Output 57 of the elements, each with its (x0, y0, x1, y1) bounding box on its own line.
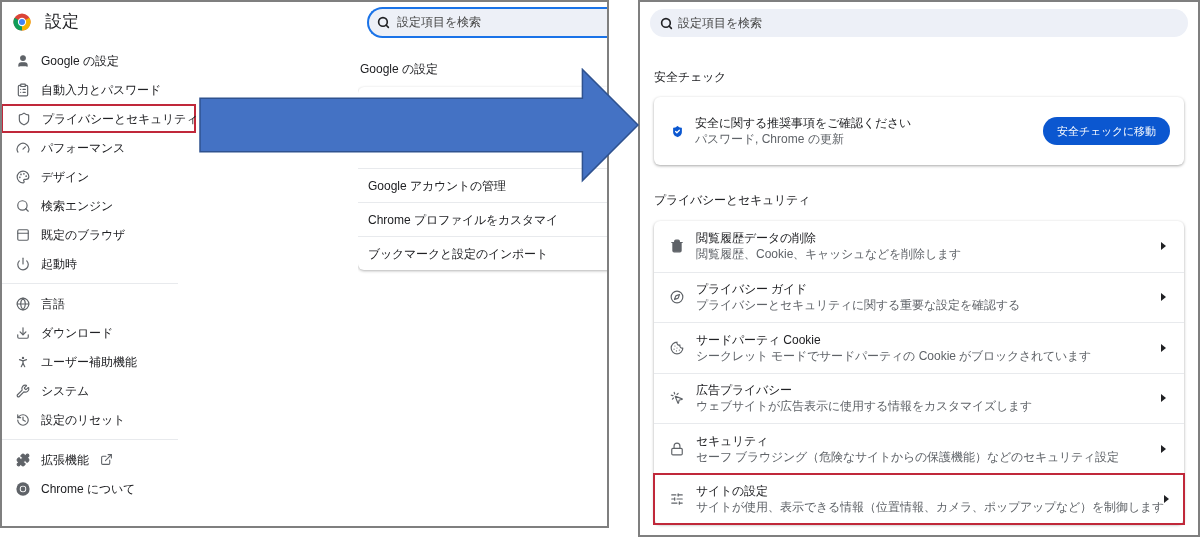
sidebar-item[interactable]: 既定のブラウザ (2, 220, 178, 249)
section-heading: 安全チェック (654, 69, 727, 86)
sidebar-item[interactable]: パフォーマンス (2, 133, 178, 162)
sidebar-label: 自動入力とパスワード (41, 81, 161, 99)
sidebar-label: 拡張機能 (41, 451, 89, 469)
sidebar-label: システム (41, 382, 89, 400)
row-subtitle: ウェブサイトが広告表示に使用する情報をカスタマイズします (696, 398, 1032, 415)
row-subtitle: 閲覧履歴、Cookie、キャッシュなどを削除します (696, 246, 962, 263)
sidebar-item[interactable]: 言語 (2, 289, 178, 318)
card-row[interactable]: Chrome プロファイルをカスタマイ (358, 202, 607, 236)
sidebar-item[interactable]: 検索エンジン (2, 191, 178, 220)
row-title: サイトの設定 (696, 483, 769, 500)
safety-check-button[interactable]: 安全チェックに移動 (1043, 117, 1170, 145)
row-title: セキュリティ (696, 432, 769, 449)
sidebar-label: 既定のブラウザ (41, 226, 125, 244)
settings-row[interactable]: サイトの設定 サイトが使用、表示できる情報（位置情報、カメラ、ポップアップなど）を制御します (654, 473, 1184, 524)
row-subtitle: シークレット モードでサードパーティの Cookie がブロックされています (696, 347, 1092, 364)
section-heading: プライバシーとセキュリティ (654, 192, 811, 209)
page-title: 設定 (45, 11, 79, 34)
sidebar-item[interactable]: ダウンロード (2, 318, 178, 347)
section-title: Google の設定 (359, 61, 440, 78)
sidebar-item[interactable]: 起動時 (2, 249, 178, 278)
sidebar-label: 起動時 (41, 255, 77, 273)
sidebar-item[interactable]: 拡張機能 (2, 445, 178, 474)
settings-row[interactable]: セキュリティ セーフ ブラウジング（危険なサイトからの保護機能）などのセキュリティ設定 (654, 423, 1184, 474)
card-title: 安全に関する推奨事項をご確認ください (695, 115, 911, 131)
settings-row[interactable]: プライバシー ガイド プライバシーとセキュリティに関する重要な設定を確認する (654, 271, 1184, 322)
row-title: 広告プライバシー (696, 382, 793, 399)
sidebar-item[interactable]: Google の設定 (2, 46, 178, 75)
row-title: 閲覧履歴データの削除 (696, 230, 817, 247)
sidebar-item[interactable]: システム (2, 376, 178, 405)
card-subtitle: パスワード, Chrome の更新 (695, 131, 845, 147)
search-field[interactable]: 設定項目を検索 (650, 9, 1188, 37)
search-field[interactable]: 設定項目を検索 (367, 6, 607, 38)
sidebar-item[interactable]: デザイン (2, 162, 178, 191)
sidebar-item[interactable]: 設定のリセット (2, 405, 178, 434)
row-subtitle: プライバシーとセキュリティに関する重要な設定を確認する (696, 297, 1020, 314)
sidebar-item[interactable]: Chrome について (2, 474, 178, 503)
sidebar-item[interactable]: 自動入力とパスワード (2, 75, 178, 104)
sidebar-label: Google の設定 (41, 52, 120, 70)
settings-row[interactable]: サードパーティ Cookie シークレット モードでサードパーティの Cookie がブロックされています (654, 322, 1184, 373)
row-subtitle: セーフ ブラウジング（危険なサイトからの保護機能）などのセキュリティ設定 (696, 448, 1120, 465)
sidebar-label: 検索エンジン (41, 197, 113, 215)
sidebar-label: 言語 (41, 295, 65, 313)
sidebar-label: デザイン (41, 168, 89, 186)
row-subtitle: サイトが使用、表示できる情報（位置情報、カメラ、ポップアップなど）を制御します (696, 499, 1164, 516)
sidebar-label: Chrome について (41, 480, 135, 498)
row-title: サードパーティ Cookie (696, 331, 822, 348)
sidebar-label: パフォーマンス (41, 139, 125, 157)
settings-row[interactable]: 閲覧履歴データの削除 閲覧履歴、Cookie、キャッシュなどを削除します (654, 221, 1184, 272)
sidebar-label: ダウンロード (41, 324, 113, 342)
row-title: プライバシー ガイド (696, 281, 809, 298)
settings-row[interactable]: 広告プライバシー ウェブサイトが広告表示に使用する情報をカスタマイズします (654, 372, 1184, 423)
sidebar-label: 設定のリセット (41, 411, 125, 429)
sidebar-item[interactable]: ユーザー補助機能 (2, 347, 178, 376)
sidebar-label: ユーザー補助機能 (41, 353, 137, 371)
card-row[interactable]: ブックマークと設定のインポート (358, 236, 607, 270)
